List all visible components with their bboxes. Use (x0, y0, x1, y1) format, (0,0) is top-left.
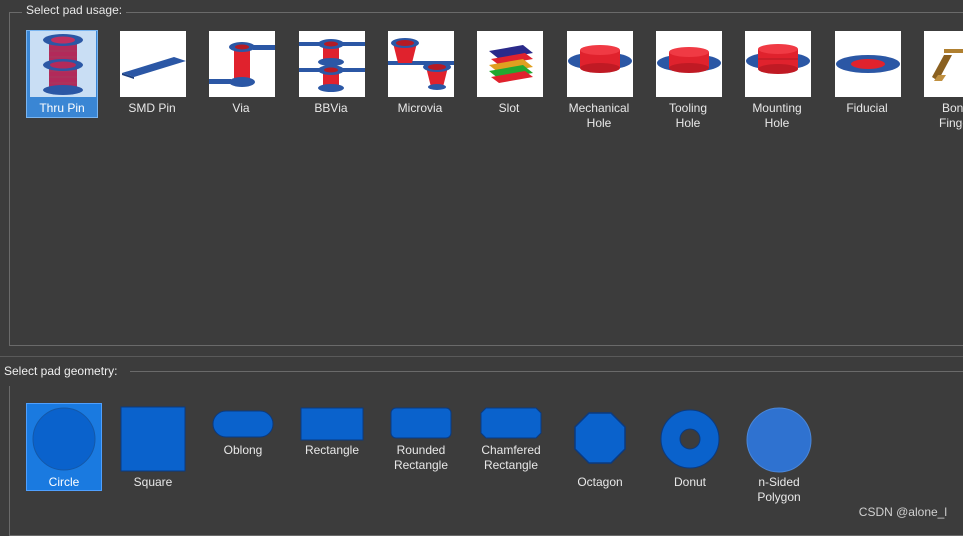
pad-type-mounting-hole[interactable]: Mounting Hole (742, 31, 812, 130)
pad-type-bbvia[interactable]: BBVia (296, 31, 366, 117)
pad-type-label: SMD Pin (128, 101, 176, 115)
circle-shape-icon (27, 406, 101, 474)
via-icon (209, 31, 275, 97)
geometry-label: Octagon (577, 475, 623, 489)
pad-usage-legend: Select pad usage: (22, 3, 127, 17)
geometry-label: Circle (48, 475, 80, 489)
legend-line (130, 371, 963, 372)
bbvia-icon (299, 31, 365, 97)
geometry-rectangle[interactable]: Rectangle (295, 404, 369, 490)
geometry-rounded-rectangle[interactable]: Rounded Rectangle (384, 404, 458, 490)
geometry-donut[interactable]: Donut (653, 404, 727, 490)
geometry-chamfered-rectangle[interactable]: Chamfered Rectangle (474, 404, 548, 490)
pad-type-microvia[interactable]: Microvia (385, 31, 455, 117)
pad-type-fiducial[interactable]: Fiducial (832, 31, 902, 117)
pad-type-label: Bond Finger (938, 101, 963, 130)
slot-icon (477, 31, 543, 97)
pad-usage-group: Select pad usage: Thru Pin SMD Pin Via B… (9, 3, 963, 346)
tooling-hole-icon (656, 31, 722, 97)
geometry-octagon[interactable]: Octagon (563, 404, 637, 490)
mounting-hole-icon (745, 31, 811, 97)
geometry-label: Oblong (223, 443, 263, 457)
pad-type-label: Thru Pin (39, 101, 85, 115)
geometry-label: Rounded Rectangle (393, 443, 449, 472)
microvia-icon (388, 31, 454, 97)
smd-pin-icon (120, 31, 186, 97)
thru-pin-icon (30, 31, 96, 97)
polygon-shape-icon (742, 407, 816, 475)
mechanical-hole-icon (567, 31, 633, 97)
bond-finger-icon (924, 31, 963, 97)
pad-type-label: Via (232, 101, 250, 115)
pad-geometry-legend: Select pad geometry: (4, 364, 122, 378)
geometry-label: Chamfered Rectangle (481, 443, 541, 472)
pad-type-label: Slot (498, 101, 520, 115)
rectangle-shape-icon (295, 407, 369, 475)
geometry-oblong[interactable]: Oblong (206, 404, 280, 490)
pad-type-thru-pin[interactable]: Thru Pin (26, 30, 98, 118)
pad-type-smd-pin[interactable]: SMD Pin (117, 31, 187, 117)
pad-type-bond-finger[interactable]: Bond Finger (921, 31, 963, 130)
pad-type-tooling-hole[interactable]: Tooling Hole (653, 31, 723, 130)
geometry-label: Square (133, 475, 173, 489)
section-divider (0, 356, 963, 357)
pad-type-label: BBVia (314, 101, 348, 115)
pad-type-label: Fiducial (846, 101, 888, 115)
geometry-circle[interactable]: Circle (26, 403, 102, 491)
pad-type-slot[interactable]: Slot (474, 31, 544, 117)
pad-type-via[interactable]: Via (206, 31, 276, 117)
geometry-label: n-Sided Polygon (757, 475, 801, 504)
fiducial-icon (835, 31, 901, 97)
donut-shape-icon (653, 409, 727, 477)
geometry-n-sided-polygon[interactable]: n-Sided Polygon (742, 404, 816, 504)
pad-type-label: Tooling Hole (668, 101, 708, 130)
octagon-shape-icon (563, 412, 637, 480)
pad-type-label: Mounting Hole (752, 101, 802, 130)
pad-type-mechanical-hole[interactable]: Mechanical Hole (564, 31, 634, 130)
watermark: CSDN @alone_l (858, 505, 947, 519)
square-shape-icon (116, 406, 190, 474)
pad-type-label: Mechanical Hole (568, 101, 630, 130)
pad-type-label: Microvia (397, 101, 443, 115)
geometry-label: Donut (673, 475, 707, 489)
pad-geometry-group: Circle Square Oblong Rectangle Rounded R… (9, 386, 963, 536)
geometry-square[interactable]: Square (116, 404, 190, 490)
geometry-label: Rectangle (304, 443, 360, 457)
